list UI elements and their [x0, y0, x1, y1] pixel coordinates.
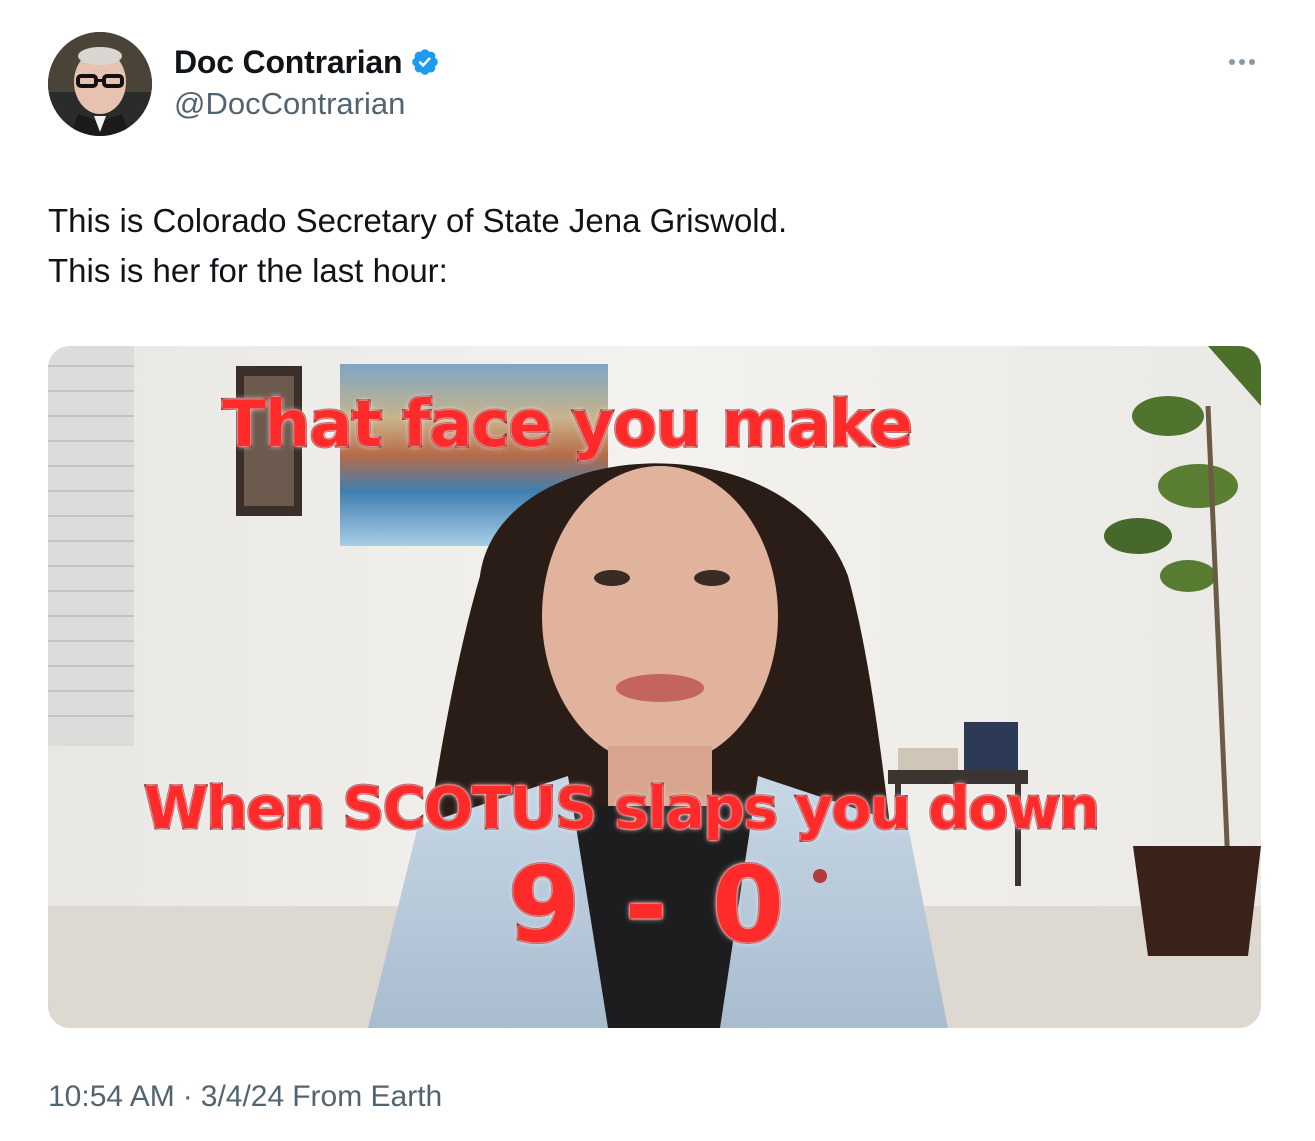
more-options-icon[interactable] [1222, 52, 1262, 72]
tweet-text: This is Colorado Secretary of State Jena… [48, 196, 1248, 296]
tweet-date[interactable]: 3/4/24 [201, 1080, 284, 1114]
tweet-text-line: This is Colorado Secretary of State Jena… [48, 202, 788, 239]
meme-caption-score: 9 - 0 [506, 843, 789, 968]
author-avatar[interactable] [48, 32, 152, 136]
verified-badge-icon [410, 47, 440, 77]
tweet-time[interactable]: 10:54 AM [48, 1080, 175, 1114]
tweet-timestamp[interactable]: 10:54 AM · 3/4/24 From Earth [48, 1080, 442, 1114]
author-name-row[interactable]: Doc Contrarian [174, 42, 440, 82]
tweet-text-line: This is her for the last hour: [48, 252, 448, 289]
tweet-source: From Earth [292, 1080, 443, 1113]
tweet-media-image[interactable]: That face you make When SCOTUS slaps you… [48, 346, 1261, 1028]
separator-dot: · [182, 1080, 193, 1113]
meme-caption-top: That face you make [221, 387, 915, 464]
author-display-name[interactable]: Doc Contrarian [174, 44, 403, 81]
author-handle[interactable]: @DocContrarian [174, 86, 405, 122]
meme-caption-bottom: When SCOTUS slaps you down [143, 773, 1102, 844]
avatar-image [48, 32, 152, 136]
